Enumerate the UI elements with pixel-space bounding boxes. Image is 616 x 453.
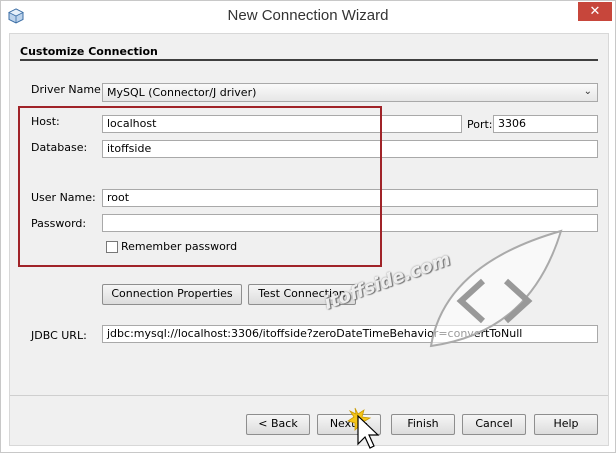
section-divider — [20, 59, 598, 61]
wizard-window: New Connection Wizard ✕ Customize Connec… — [0, 0, 616, 453]
cancel-button[interactable]: Cancel — [462, 414, 526, 435]
back-button[interactable]: < Back — [246, 414, 310, 435]
mouse-pointer-icon — [347, 407, 380, 449]
window-title: New Connection Wizard — [227, 7, 389, 24]
title-bar: New Connection Wizard ✕ — [1, 1, 615, 33]
highlight-box — [18, 106, 382, 267]
port-field[interactable]: 3306 — [493, 115, 598, 133]
connection-properties-button[interactable]: Connection Properties — [102, 284, 242, 305]
section-title: Customize Connection — [20, 45, 158, 58]
port-label: Port: — [467, 118, 493, 131]
footer-divider — [10, 395, 608, 396]
watermark-leaf-icon — [429, 229, 563, 348]
driver-select[interactable]: MySQL (Connector/J driver) ⌄ — [102, 83, 598, 102]
chevron-down-icon: ⌄ — [583, 86, 592, 97]
driver-label: Driver Name: — [31, 83, 105, 96]
close-button[interactable]: ✕ — [578, 2, 612, 21]
jdbc-url-label: JDBC URL: — [31, 329, 87, 342]
finish-button[interactable]: Finish — [391, 414, 455, 435]
help-button[interactable]: Help — [534, 414, 598, 435]
driver-select-value: MySQL (Connector/J driver) — [107, 86, 257, 99]
